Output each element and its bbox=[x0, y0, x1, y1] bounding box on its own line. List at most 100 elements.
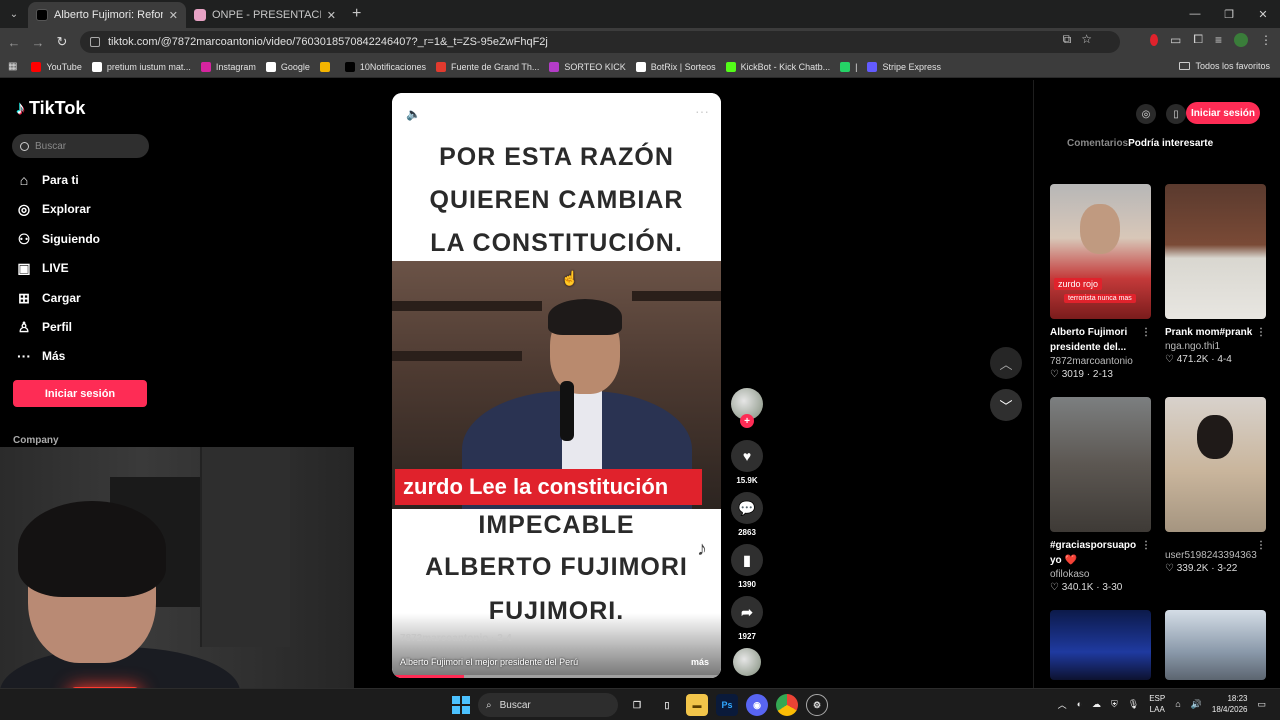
suggested-video-card[interactable]: ⋮ user5198243394363 ♡ 339.2K · 3-22 bbox=[1165, 397, 1266, 574]
suggested-video-card[interactable] bbox=[1165, 610, 1266, 680]
bookmark-item[interactable]: KickBot - Kick Chatb... bbox=[725, 61, 830, 72]
bookmark-item[interactable]: Stripe Express bbox=[867, 61, 941, 72]
all-favorites[interactable]: Todos los favoritos bbox=[1179, 61, 1270, 71]
reading-list-icon[interactable]: ≡ bbox=[1215, 33, 1222, 47]
bookmark-icon[interactable]: ▮ bbox=[731, 544, 763, 576]
bookmark-star-icon[interactable]: ☆ bbox=[1081, 32, 1092, 47]
close-window-icon[interactable]: ✕ bbox=[1246, 0, 1280, 28]
card-thumbnail[interactable] bbox=[1050, 610, 1151, 680]
tab-onpe[interactable]: ONPE - PRESENTACIÓN DE RES ✕ bbox=[186, 2, 344, 28]
tray-cloud-icon[interactable]: ☁ bbox=[1092, 699, 1101, 710]
music-disc-action[interactable] bbox=[731, 648, 763, 676]
device-icon[interactable]: ▯ bbox=[1166, 104, 1186, 124]
card-thumbnail[interactable]: zurdo rojo terrorista nunca mas bbox=[1050, 184, 1151, 319]
suggested-video-card[interactable]: Prank mom#prank ⋮ nga.ngo.thi1 ♡ 471.2K ·… bbox=[1165, 184, 1266, 365]
tray-microphone-icon[interactable]: 🎙 bbox=[1128, 699, 1139, 710]
sidebar-item-live[interactable]: ▣ LIVE bbox=[16, 260, 68, 276]
extensions-puzzle-icon[interactable]: ⧠ bbox=[1193, 32, 1203, 47]
video-author[interactable]: 7872marcoantonio · 2-4 bbox=[400, 633, 512, 644]
clock[interactable]: 18:23 18/4/2026 bbox=[1212, 693, 1248, 715]
profile-avatar-icon[interactable] bbox=[1234, 32, 1248, 47]
comment-action[interactable]: 💬 2863 bbox=[731, 492, 763, 537]
install-app-icon[interactable]: ⧉ bbox=[1063, 32, 1072, 47]
save-action[interactable]: ▮ 1390 bbox=[731, 544, 763, 589]
comment-icon[interactable]: 💬 bbox=[731, 492, 763, 524]
tab-tiktok[interactable]: Alberto Fujimori: Reformas y Et ✕ bbox=[28, 2, 186, 28]
suggested-video-card[interactable] bbox=[1050, 610, 1151, 680]
address-bar[interactable]: tiktok.com/@7872marcoantonio/video/76030… bbox=[80, 31, 1120, 53]
sidebar-item-más[interactable]: ··· Más bbox=[16, 348, 65, 364]
tab-comentarios[interactable]: Comentarios bbox=[1067, 138, 1128, 149]
video-more-icon[interactable]: ··· bbox=[695, 103, 709, 119]
bookmark-item[interactable]: Instagram bbox=[200, 61, 256, 72]
site-info-icon[interactable] bbox=[90, 37, 100, 47]
music-disc-icon[interactable] bbox=[733, 648, 761, 676]
like-action[interactable]: ♥ 15.9K bbox=[731, 440, 763, 485]
volume-icon[interactable]: 🔊 bbox=[1191, 699, 1202, 710]
extension-red-icon[interactable] bbox=[1150, 33, 1159, 46]
tab-search-icon[interactable]: ⌄ bbox=[4, 4, 24, 24]
taskbar-search[interactable]: ⌕ Buscar bbox=[478, 693, 618, 717]
network-icon[interactable]: ⌂ bbox=[1175, 699, 1180, 709]
browser-menu-icon[interactable]: ⋮ bbox=[1260, 33, 1272, 47]
tray-expand-icon[interactable]: ︿ bbox=[1058, 698, 1067, 711]
restore-icon[interactable]: ❐ bbox=[1212, 0, 1246, 28]
bookmark-item[interactable]: 10Notificaciones bbox=[344, 61, 426, 72]
notifications-icon[interactable]: ▭ bbox=[1257, 699, 1266, 710]
bookmark-item[interactable]: SORTEO KICK bbox=[549, 61, 626, 72]
video-progress-bar[interactable] bbox=[392, 675, 721, 678]
sidebar-item-perfil[interactable]: ♙ Perfil bbox=[16, 319, 72, 335]
bookmark-item[interactable]: pretium iustum mat... bbox=[91, 61, 191, 72]
photoshop-icon[interactable]: Ps bbox=[716, 694, 738, 716]
author-avatar-action[interactable]: + bbox=[731, 388, 763, 428]
minimize-icon[interactable]: — bbox=[1178, 0, 1212, 28]
description-more-link[interactable]: más bbox=[691, 657, 709, 667]
suggested-video-card[interactable]: #graciasporsuapo yo ❤️ ⋮ ofilokaso ♡ 340.… bbox=[1050, 397, 1151, 593]
bookmark-item[interactable]: Google bbox=[265, 61, 310, 72]
share-action[interactable]: ➦ 1927 bbox=[731, 596, 763, 641]
suggested-video-card[interactable]: zurdo rojo terrorista nunca mas Alberto … bbox=[1050, 184, 1151, 380]
sidebar-item-siguiendo[interactable]: ⚇ Siguiendo bbox=[16, 231, 100, 247]
tray-app-icon[interactable]: ◐ bbox=[1077, 699, 1082, 709]
reload-icon[interactable]: ↻ bbox=[50, 34, 74, 50]
card-thumbnail[interactable] bbox=[1165, 610, 1266, 680]
tab-close-icon[interactable]: ✕ bbox=[169, 9, 178, 22]
heart-icon[interactable]: ♥ bbox=[731, 440, 763, 472]
search-input[interactable]: Buscar bbox=[12, 134, 149, 158]
card-more-icon[interactable]: ⋮ bbox=[1256, 325, 1266, 340]
volume-icon[interactable]: 🔈 bbox=[406, 107, 421, 121]
share-icon[interactable]: ➦ bbox=[731, 596, 763, 628]
follow-plus-icon[interactable]: + bbox=[740, 414, 754, 428]
bookmark-item[interactable]: BotRix | Sorteos bbox=[635, 61, 716, 72]
tiktok-logo[interactable]: ♪ TikTok bbox=[16, 98, 85, 119]
login-button[interactable]: Iniciar sesión bbox=[13, 380, 147, 407]
extension-card-icon[interactable]: ▭ bbox=[1170, 33, 1181, 47]
steam-app-icon[interactable]: ⚙ bbox=[806, 694, 828, 716]
sidebar-item-cargar[interactable]: ⊞ Cargar bbox=[16, 290, 81, 306]
task-view-icon[interactable]: ❐ bbox=[626, 694, 648, 716]
discord-icon[interactable]: ◉ bbox=[746, 694, 768, 716]
bookmark-item[interactable]: YouTube bbox=[31, 61, 82, 72]
video-player[interactable]: POR ESTA RAZÓN QUIEREN CAMBIAR LA CONSTI… bbox=[392, 93, 721, 678]
language-indicator[interactable]: ESP LAA bbox=[1149, 693, 1165, 715]
forward-icon[interactable]: → bbox=[26, 35, 50, 50]
card-more-icon[interactable]: ⋮ bbox=[1256, 538, 1266, 553]
tray-shield-icon[interactable]: ⛨ bbox=[1111, 699, 1118, 710]
tab-podria-interesarte[interactable]: Podría interesarte bbox=[1128, 138, 1213, 149]
next-video-button[interactable]: ﹀ bbox=[990, 389, 1022, 421]
card-thumbnail[interactable] bbox=[1165, 184, 1266, 319]
bookmark-item[interactable]: | bbox=[840, 61, 857, 72]
card-thumbnail[interactable] bbox=[1165, 397, 1266, 532]
new-tab-icon[interactable]: + bbox=[352, 5, 361, 23]
right-login-button[interactable]: Iniciar sesión bbox=[1186, 102, 1260, 124]
back-icon[interactable]: ← bbox=[2, 35, 26, 50]
chrome-icon[interactable] bbox=[776, 694, 798, 716]
card-more-icon[interactable]: ⋮ bbox=[1141, 538, 1151, 553]
apps-grid-icon[interactable]: ▦ bbox=[8, 61, 17, 72]
windows-start-icon[interactable] bbox=[452, 696, 470, 714]
file-explorer-icon[interactable]: ▬ bbox=[686, 694, 708, 716]
bookmark-item[interactable] bbox=[319, 61, 335, 72]
sidebar-item-explorar[interactable]: ◎ Explorar bbox=[16, 201, 91, 217]
compass-icon[interactable]: ◎ bbox=[1136, 104, 1156, 124]
card-thumbnail[interactable] bbox=[1050, 397, 1151, 532]
